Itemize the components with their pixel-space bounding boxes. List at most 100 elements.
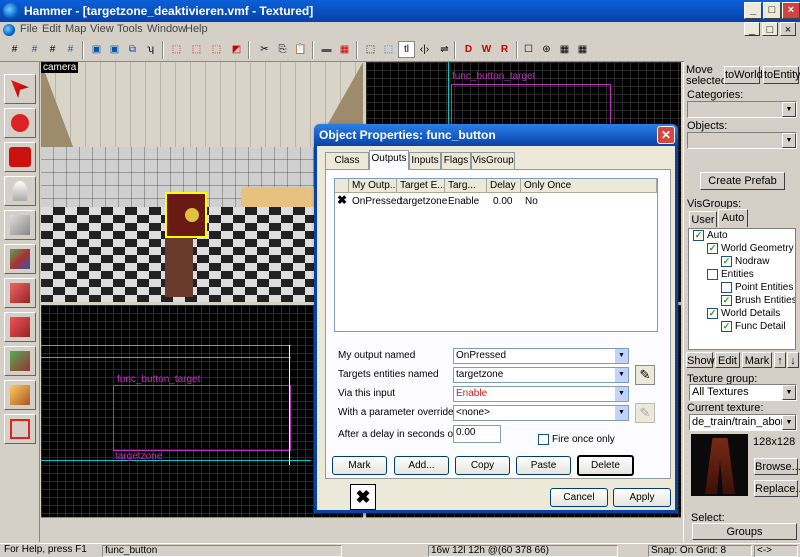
objects-select[interactable]: ▼ [687,132,797,149]
tree-item[interactable]: ✓ World Details [707,308,780,319]
menu-tools[interactable]: Tools [117,23,143,35]
menu-window[interactable]: Window [147,23,186,35]
grid-toggle-icon[interactable]: # [6,41,23,58]
checkbox[interactable]: ✓ [693,230,704,241]
fire-once-checkbox[interactable] [538,434,549,445]
checkbox[interactable]: ✓ [721,295,732,306]
categories-select[interactable]: ▼ [687,101,797,118]
tab-auto[interactable]: Auto [718,209,748,227]
doc-restore-button[interactable]: □ [762,22,778,36]
tree-item[interactable]: ✓ Brush Entities [721,295,795,306]
eyedropper-icon[interactable]: ✎ [635,365,655,385]
magnify-tool-button[interactable] [4,108,36,138]
compile-icon[interactable]: ☐ [520,41,537,58]
horizontal-scrollbar[interactable] [366,517,681,527]
via-input-select[interactable]: Enable ▼ [453,386,629,402]
to-entity-button[interactable]: toEntity [763,66,800,84]
toggle-helpers-icon[interactable]: tl [398,41,415,58]
my-output-select[interactable]: OnPressed ▼ [453,348,629,364]
targets-select[interactable]: targetzone ▼ [453,367,629,383]
replace-button[interactable]: Replace... [754,480,800,497]
overlay-tool-button[interactable] [4,346,36,376]
table-row[interactable]: ✖ OnPressed targetzone Enable 0.00 No [335,194,657,209]
unhide-icon[interactable]: ⬚ [208,41,225,58]
current-texture-select[interactable]: de_train/train_abombsite▼ [689,414,797,431]
apply-button[interactable]: Apply [613,488,671,507]
grid-3d-icon[interactable]: # [62,41,79,58]
auto-select-icon[interactable]: ⬚ [380,41,397,58]
tree-item[interactable]: ✓ Func Detail [721,321,786,332]
menu-help[interactable]: Help [185,23,208,35]
quick-hide-icon[interactable]: D [460,41,477,58]
decal-tool-button[interactable] [4,312,36,342]
outputs-list[interactable]: My Outp... Target E... Targ... Delay Onl… [334,178,658,332]
tab-user[interactable]: User [689,211,717,227]
move-down-button[interactable]: ↓ [787,352,799,368]
tree-item[interactable]: Point Entities [721,282,793,293]
checkbox[interactable] [707,269,718,280]
run-map-icon[interactable]: ⊛ [538,41,555,58]
checkbox[interactable]: ✓ [707,308,718,319]
hide-detail-icon[interactable]: W [478,41,495,58]
group-icon[interactable]: ⧉ [124,41,141,58]
selection-tool-button[interactable] [4,74,36,104]
texture-application-icon[interactable]: ⇌ [436,41,453,58]
checkbox[interactable]: ✓ [721,321,732,332]
browse-button[interactable]: Browse... [754,458,800,475]
maximize-button[interactable]: □ [763,2,781,19]
document-icon[interactable] [3,24,15,36]
to-world-button[interactable]: toWorld [724,66,763,84]
texture-lock-icon[interactable]: ▬ [318,41,335,58]
doc-minimize-button[interactable]: _ [744,22,760,36]
tree-item[interactable]: Entities [707,269,754,280]
hide-unselected-icon[interactable]: ⬚ [188,41,205,58]
ungroup-icon[interactable]: ʮ [142,41,159,58]
cancel-button[interactable]: Cancel [550,488,608,507]
hide-areaportal-icon[interactable]: R [496,41,513,58]
doc-close-button[interactable]: × [780,22,796,36]
minimize-button[interactable]: _ [744,2,762,19]
dialog-close-button[interactable]: ✕ [657,126,675,144]
grid-smaller-icon[interactable]: # [26,41,43,58]
mark-button[interactable]: Mark [742,352,772,368]
delay-input[interactable]: 0.00 [453,425,501,443]
tree-item[interactable]: ✓ Nodraw [721,256,769,267]
edit-button[interactable]: Edit [715,352,740,368]
vertex-tool-button[interactable] [4,414,36,444]
column-header[interactable]: Target E... [397,179,445,193]
hide-selected-icon[interactable]: ⬚ [168,41,185,58]
column-header[interactable] [335,179,349,193]
paste-icon[interactable]: 📋 [292,41,309,58]
cut-icon[interactable]: ✂ [256,41,273,58]
tree-item[interactable]: ✓ World Geometry [707,243,794,254]
snap-to-grid-icon[interactable]: ‹|› [416,41,433,58]
camera-tool-button[interactable] [4,142,36,172]
menu-view[interactable]: View [90,23,114,35]
move-up-button[interactable]: ↑ [774,352,786,368]
tab-inputs[interactable]: Inputs [409,152,441,169]
entity-tool-button[interactable] [4,176,36,206]
vmf-check-icon[interactable]: ▦ [556,41,573,58]
clip-tool-button[interactable] [4,380,36,410]
tab-flags[interactable]: Flags [441,152,471,169]
texture-group-select[interactable]: All Textures ▼ [689,384,797,401]
column-header[interactable]: Targ... [445,179,487,193]
close-button[interactable]: × [782,2,800,19]
column-header[interactable]: Only Once [521,179,657,193]
show-button[interactable]: Show [686,352,715,368]
toggle-select-by-handles-icon[interactable]: ⬚ [362,41,379,58]
checkbox[interactable] [721,282,732,293]
save-window-icon[interactable]: ▣ [106,41,123,58]
mark-button[interactable]: Mark [332,456,387,475]
tab-visgroup[interactable]: VisGroup [471,152,515,169]
checkbox[interactable]: ✓ [721,256,732,267]
add-button[interactable]: Add... [394,456,449,475]
apply-texture-tool-button[interactable] [4,278,36,308]
param-override-select[interactable]: <none> ▼ [453,405,629,421]
tab-class-info[interactable]: Class Info [325,152,369,181]
grid-larger-icon[interactable]: # [44,41,61,58]
checkbox[interactable]: ✓ [707,243,718,254]
column-header[interactable]: My Outp... [349,179,397,193]
tab-outputs[interactable]: Outputs [369,150,409,170]
tree-item[interactable]: ✓ Auto [693,230,728,241]
